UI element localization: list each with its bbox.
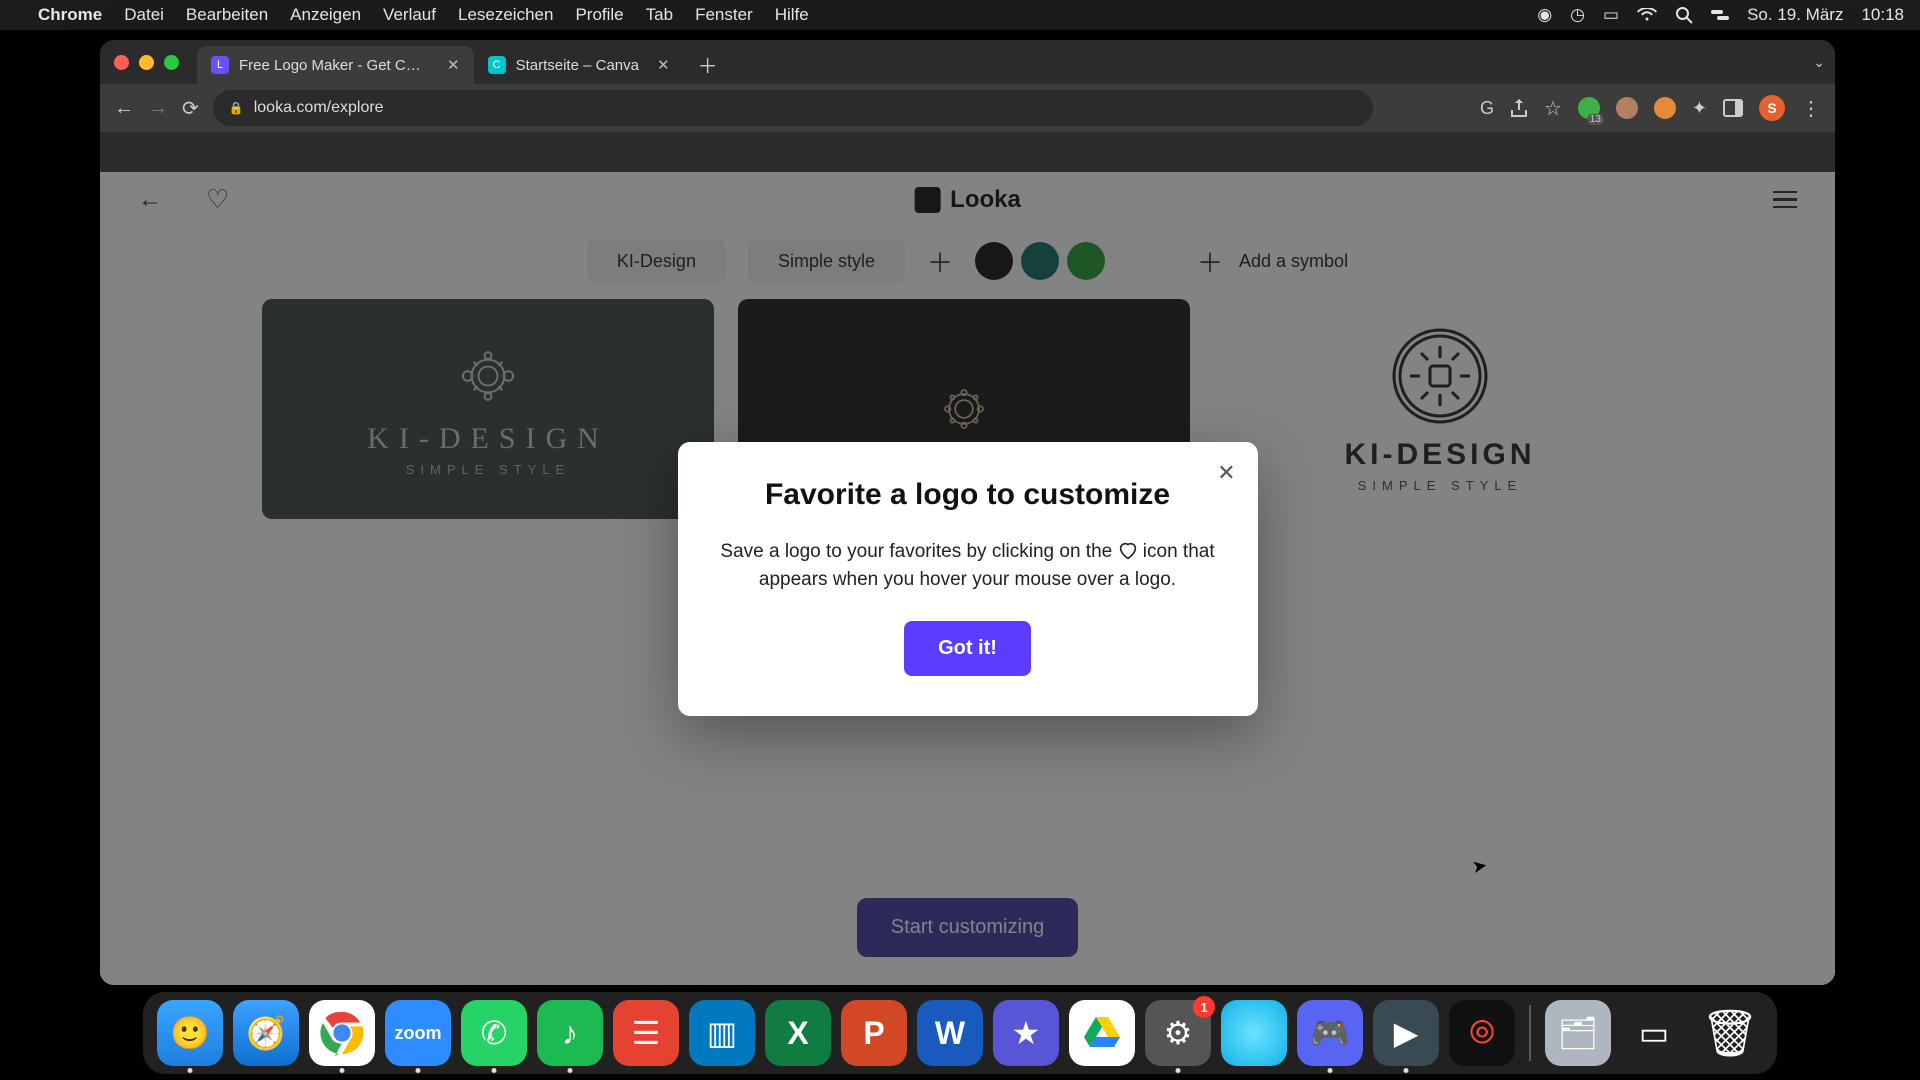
tab-overflow-icon[interactable]: ⌄ <box>1813 54 1825 71</box>
loom-icon[interactable]: ◷ <box>1570 5 1585 25</box>
nav-reload-button[interactable]: ⟳ <box>182 96 199 121</box>
battery-icon[interactable]: ▭ <box>1603 5 1619 25</box>
address-bar: ← → ⟳ 🔒 looka.com/explore G ☆ 13 ✦ S ⋮ <box>100 84 1835 132</box>
menu-hilfe[interactable]: Hilfe <box>775 5 809 25</box>
settings-app-icon[interactable]: ⚙1 <box>1145 1000 1211 1066</box>
menu-fenster[interactable]: Fenster <box>695 5 753 25</box>
heart-icon <box>1118 542 1138 560</box>
drive-app-icon[interactable] <box>1069 1000 1135 1066</box>
share-icon[interactable] <box>1510 98 1528 118</box>
onboarding-modal: ✕ Favorite a logo to customize Save a lo… <box>678 442 1258 716</box>
menu-lesezeichen[interactable]: Lesezeichen <box>458 5 553 25</box>
messages-app-icon[interactable] <box>1221 1000 1287 1066</box>
finder-app-icon[interactable]: 🙂 <box>157 1000 223 1066</box>
spotify-app-icon[interactable]: ♪ <box>537 1000 603 1066</box>
trello-app-icon[interactable]: ▥ <box>689 1000 755 1066</box>
modal-close-button[interactable]: ✕ <box>1217 460 1235 486</box>
tab-title: Startseite – Canva <box>516 57 639 74</box>
extension-icon[interactable] <box>1654 97 1676 119</box>
extensions-puzzle-icon[interactable]: ✦ <box>1692 98 1707 119</box>
menu-bearbeiten[interactable]: Bearbeiten <box>186 5 268 25</box>
chrome-app-icon[interactable] <box>309 1000 375 1066</box>
window-minimize-button[interactable] <box>139 55 154 70</box>
dock-separator <box>1529 1005 1531 1061</box>
screen-record-icon[interactable]: ◉ <box>1537 5 1552 25</box>
wifi-icon[interactable] <box>1637 8 1657 22</box>
whatsapp-app-icon[interactable]: ✆ <box>461 1000 527 1066</box>
voice-memos-app-icon[interactable]: ⦾ <box>1449 1000 1515 1066</box>
menu-tab[interactable]: Tab <box>646 5 673 25</box>
bookmark-star-icon[interactable]: ☆ <box>1544 96 1562 121</box>
menu-verlauf[interactable]: Verlauf <box>383 5 436 25</box>
canva-favicon-icon: C <box>488 56 506 74</box>
control-center-icon[interactable] <box>1711 8 1729 22</box>
tab-inactive[interactable]: C Startseite – Canva ✕ <box>474 46 684 84</box>
sidepanel-icon[interactable] <box>1723 99 1743 117</box>
nav-forward-button[interactable]: → <box>148 97 168 120</box>
got-it-button[interactable]: Got it! <box>904 621 1031 676</box>
extension-evernote-icon[interactable]: 13 <box>1578 97 1600 119</box>
macos-menubar: Chrome Datei Bearbeiten Anzeigen Verlauf… <box>0 0 1920 30</box>
tab-bar: L Free Logo Maker - Get Custom ✕ C Start… <box>100 40 1835 84</box>
menubar-app-name[interactable]: Chrome <box>38 5 102 25</box>
modal-body: Save a logo to your favorites by clickin… <box>718 538 1218 593</box>
menu-anzeigen[interactable]: Anzeigen <box>290 5 361 25</box>
dock-folder-icon[interactable]: 🗂 <box>1545 1000 1611 1066</box>
menubar-date[interactable]: So. 19. März <box>1747 5 1843 25</box>
extension-icon[interactable] <box>1616 97 1638 119</box>
menu-datei[interactable]: Datei <box>124 5 164 25</box>
window-close-button[interactable] <box>114 55 129 70</box>
omnibox[interactable]: 🔒 looka.com/explore <box>213 90 1373 126</box>
powerpoint-app-icon[interactable]: P <box>841 1000 907 1066</box>
toolbar-gap <box>100 132 1835 172</box>
profile-avatar[interactable]: S <box>1759 95 1785 121</box>
chrome-window: L Free Logo Maker - Get Custom ✕ C Start… <box>100 40 1835 985</box>
looka-favicon-icon: L <box>211 56 229 74</box>
imovie-app-icon[interactable]: ★ <box>993 1000 1059 1066</box>
chrome-menu-icon[interactable]: ⋮ <box>1801 96 1821 121</box>
todoist-app-icon[interactable]: ☰ <box>613 1000 679 1066</box>
url-text: looka.com/explore <box>254 99 384 117</box>
tab-close-icon[interactable]: ✕ <box>657 56 670 74</box>
discord-app-icon[interactable]: 🎮 <box>1297 1000 1363 1066</box>
modal-title: Favorite a logo to customize <box>718 478 1218 512</box>
lock-icon: 🔒 <box>229 101 244 115</box>
safari-app-icon[interactable]: 🧭 <box>233 1000 299 1066</box>
modal-body-text: Save a logo to your favorites by clickin… <box>720 541 1117 562</box>
new-tab-button[interactable]: ＋ <box>698 50 718 79</box>
excel-app-icon[interactable]: X <box>765 1000 831 1066</box>
nav-back-button[interactable]: ← <box>114 97 134 120</box>
macos-dock: 🙂 🧭 zoom ✆ ♪ ☰ ▥ X P W ★ ⚙1 🎮 ▶ ⦾ 🗂 ▭ 🗑 <box>143 992 1777 1074</box>
window-maximize-button[interactable] <box>164 55 179 70</box>
trash-icon[interactable]: 🗑 <box>1697 1000 1763 1066</box>
quicktime-app-icon[interactable]: ▶ <box>1373 1000 1439 1066</box>
button-label: Got it! <box>938 637 997 659</box>
menubar-time[interactable]: 10:18 <box>1861 5 1904 25</box>
menu-profile[interactable]: Profile <box>575 5 623 25</box>
badge: 1 <box>1193 996 1215 1018</box>
tab-title: Free Logo Maker - Get Custom <box>239 57 429 74</box>
spotlight-icon[interactable] <box>1675 6 1693 24</box>
word-app-icon[interactable]: W <box>917 1000 983 1066</box>
dock-minimized-window[interactable]: ▭ <box>1621 1000 1687 1066</box>
tab-active[interactable]: L Free Logo Maker - Get Custom ✕ <box>197 46 474 84</box>
translate-icon[interactable]: G <box>1480 98 1494 119</box>
zoom-app-icon[interactable]: zoom <box>385 1000 451 1066</box>
tab-close-icon[interactable]: ✕ <box>447 56 460 74</box>
